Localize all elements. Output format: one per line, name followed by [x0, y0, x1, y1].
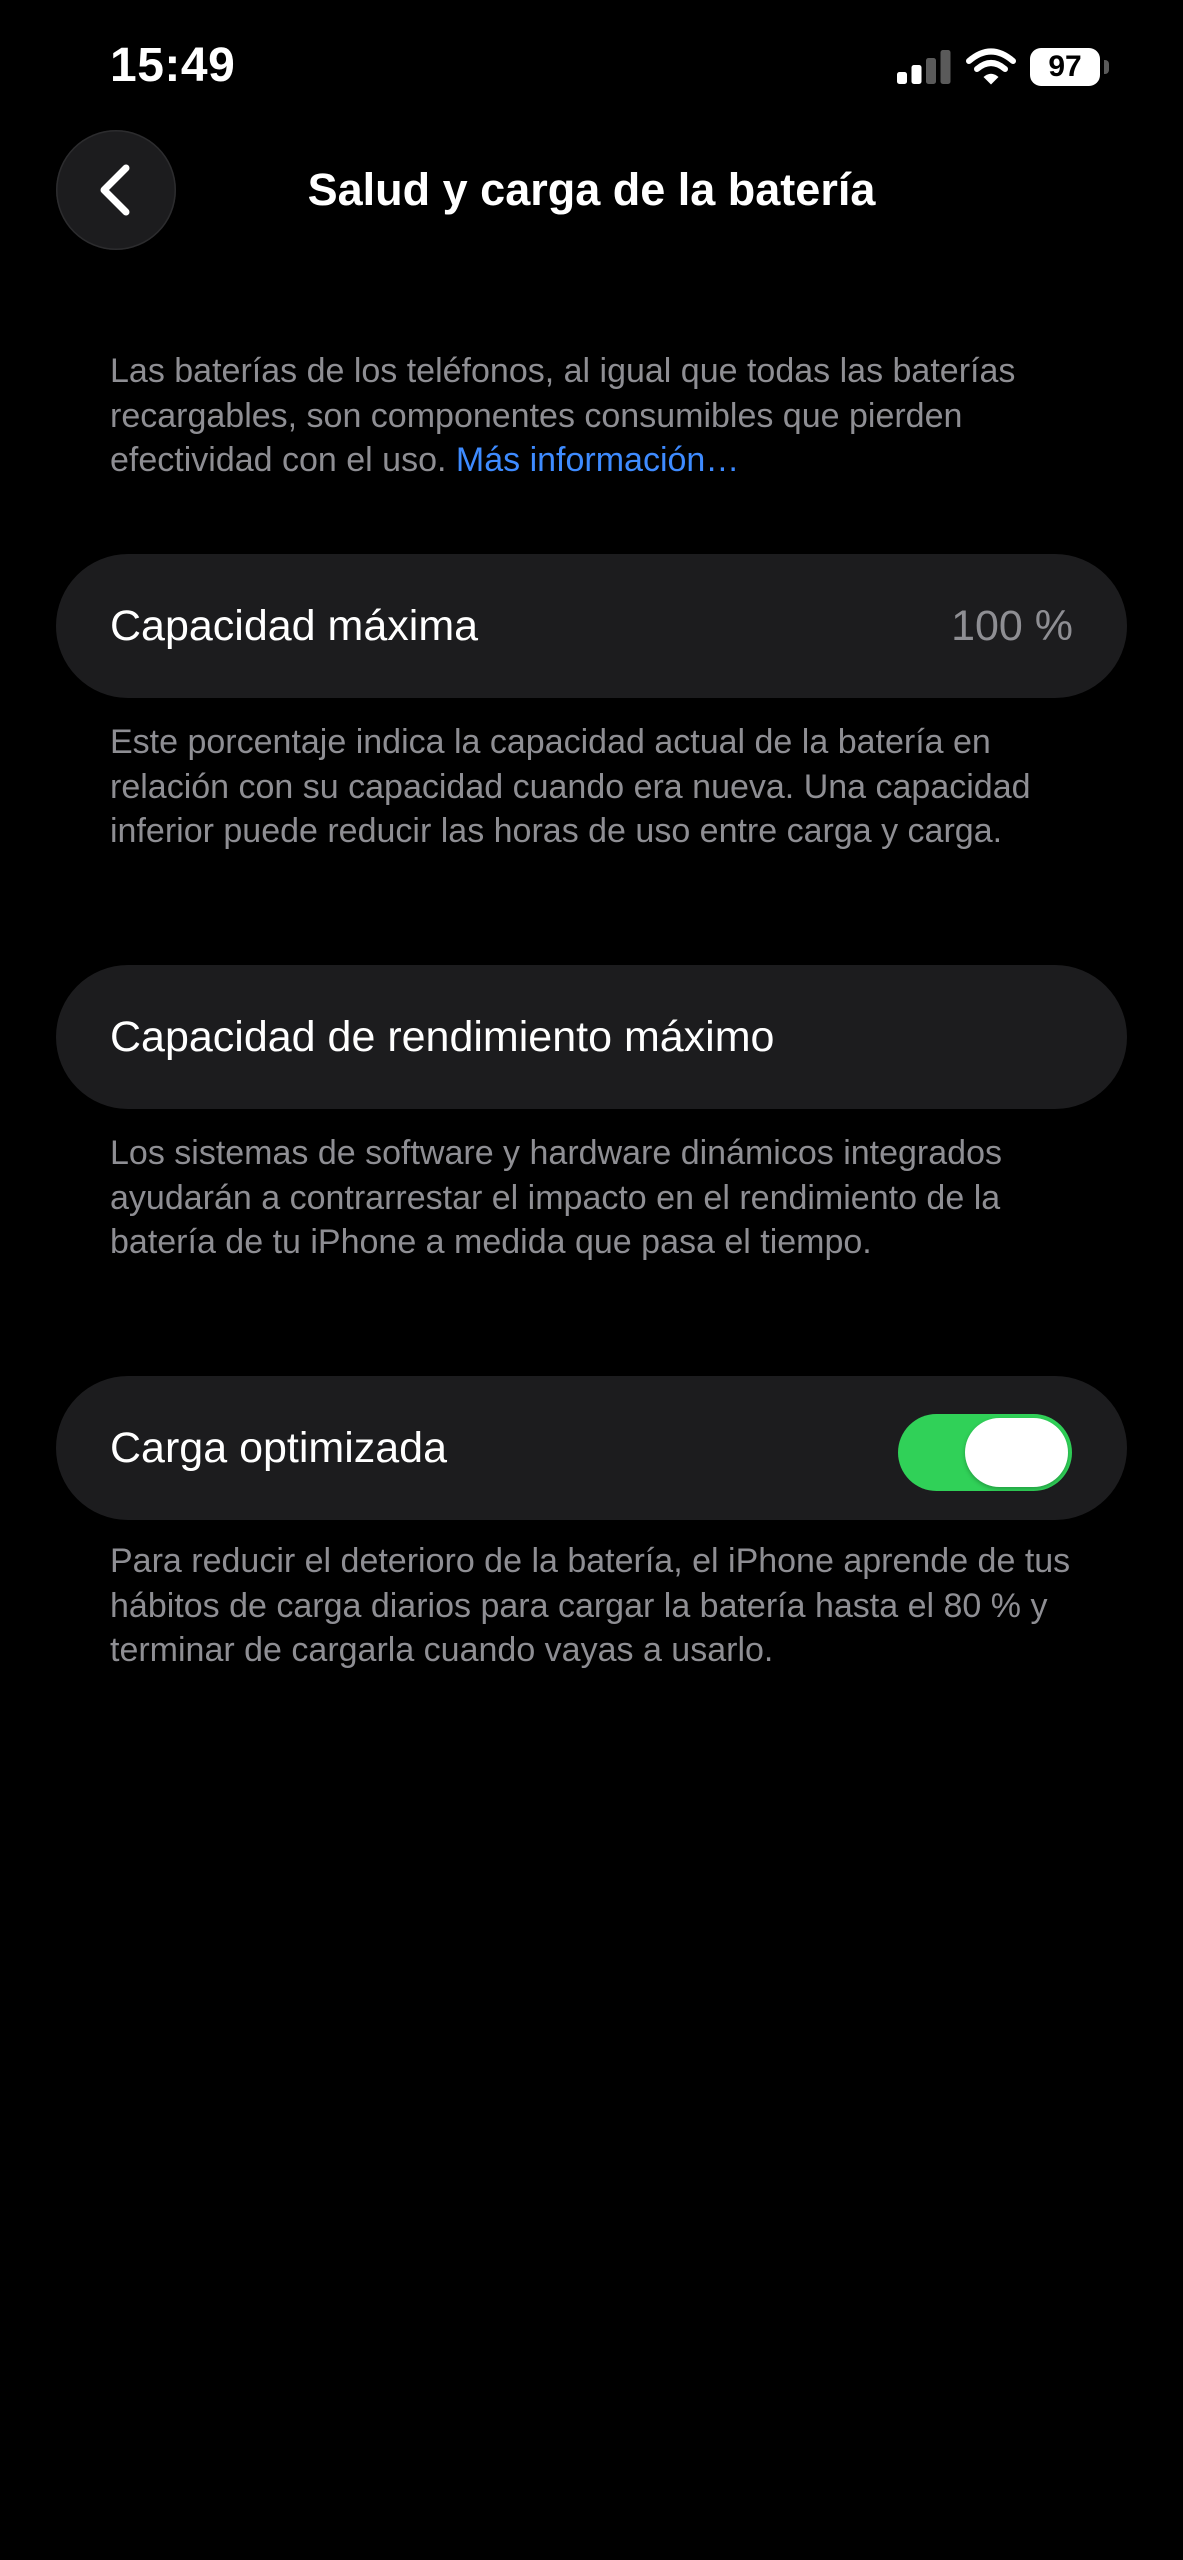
cellular-signal-icon	[897, 50, 951, 84]
status-time: 15:49	[110, 39, 236, 92]
peak-performance-label: Capacidad de rendimiento máximo	[110, 1013, 775, 1061]
optimized-charging-label: Carga optimizada	[110, 1424, 448, 1472]
status-bar: 15:49 97	[0, 0, 1183, 130]
peak-performance-row: Capacidad de rendimiento máximo	[56, 965, 1127, 1109]
intro-text: Las baterías de los teléfonos, al igual …	[110, 349, 1100, 483]
navigation-bar: Salud y carga de la batería	[0, 130, 1183, 254]
max-capacity-label: Capacidad máxima	[110, 602, 479, 650]
max-capacity-row: Capacidad máxima 100 %	[56, 554, 1127, 698]
back-button[interactable]	[56, 130, 176, 250]
max-capacity-footnote: Este porcentaje indica la capacidad actu…	[110, 723, 1031, 850]
page-title: Salud y carga de la batería	[307, 164, 876, 215]
chevron-left-icon	[100, 164, 130, 216]
optimized-charging-footnote: Para reducir el deterioro de la batería,…	[110, 1542, 1071, 1669]
peak-performance-footnote: Los sistemas de software y hardware diná…	[110, 1134, 1002, 1261]
max-capacity-value: 100 %	[951, 602, 1073, 650]
toggle-knob	[965, 1418, 1068, 1487]
wifi-icon	[966, 48, 1016, 85]
battery-level-text: 97	[1048, 50, 1082, 83]
battery-icon: 97	[1030, 48, 1110, 86]
battery-tip	[1104, 60, 1109, 74]
optimized-charging-row: Carga optimizada	[56, 1376, 1127, 1520]
more-info-link[interactable]: Más información…	[456, 441, 739, 479]
optimized-charging-toggle[interactable]	[898, 1414, 1072, 1491]
